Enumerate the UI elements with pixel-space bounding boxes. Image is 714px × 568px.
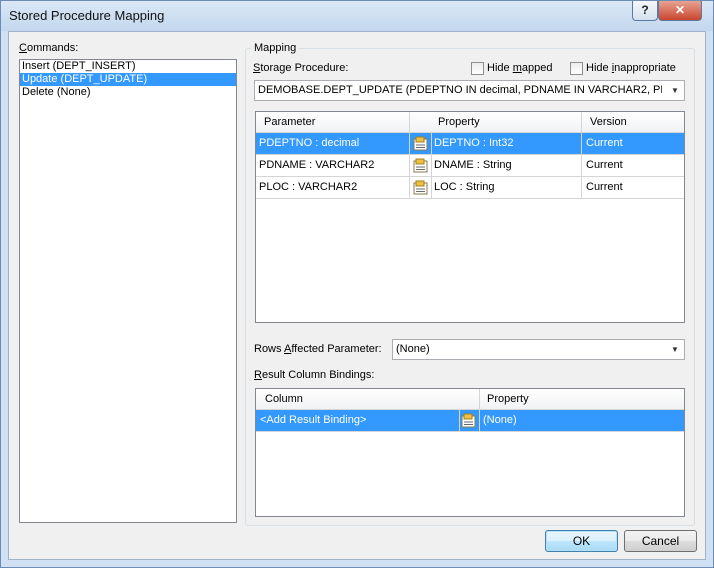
- parameter-row[interactable]: PDNAME : VARCHAR2 DNAME : String Current: [256, 155, 684, 177]
- header-version[interactable]: Version: [590, 116, 627, 128]
- hide-inappropriate-checkbox[interactable]: [570, 62, 583, 75]
- parameter-row[interactable]: PLOC : VARCHAR2 LOC : String Current: [256, 177, 684, 199]
- header-column[interactable]: Column: [265, 393, 303, 405]
- dialog-window: Stored Procedure Mapping ? ✕ Commands: I…: [0, 0, 714, 568]
- result-grid-header: Column Property: [256, 389, 684, 410]
- column-cell: <Add Result Binding>: [260, 414, 367, 426]
- property-cell: LOC : String: [434, 181, 495, 193]
- header-property[interactable]: Property: [487, 393, 529, 405]
- property-cell: DEPTNO : Int32: [434, 137, 514, 149]
- cancel-button[interactable]: Cancel: [624, 530, 697, 552]
- parameter-row[interactable]: PDEPTNO : decimal DEPTNO : Int32 Current: [256, 133, 684, 155]
- ok-button[interactable]: OK: [545, 530, 618, 552]
- chevron-down-icon[interactable]: ▼: [668, 342, 682, 357]
- version-cell: Current: [586, 137, 623, 149]
- version-cell: Current: [586, 159, 623, 171]
- header-property[interactable]: Property: [438, 116, 480, 128]
- rows-affected-combo[interactable]: (None) ▼: [392, 339, 685, 360]
- chevron-down-icon[interactable]: ▼: [668, 83, 682, 98]
- property-mapping-icon[interactable]: [461, 413, 477, 428]
- close-button[interactable]: ✕: [658, 1, 702, 21]
- property-cell: DNAME : String: [434, 159, 512, 171]
- hide-mapped-label[interactable]: Hide mapped: [487, 62, 552, 74]
- result-bindings-grid[interactable]: Column Property <Add Result Binding> (No…: [255, 388, 685, 517]
- storage-procedure-value: DEMOBASE.DEPT_UPDATE (PDEPTNO IN decimal…: [258, 84, 662, 96]
- storage-procedure-combo[interactable]: DEMOBASE.DEPT_UPDATE (PDEPTNO IN decimal…: [254, 80, 685, 101]
- storage-procedure-label: Storage Procedure:: [253, 62, 349, 74]
- parameter-grid-header: Parameter Property Version: [256, 112, 684, 133]
- header-parameter[interactable]: Parameter: [264, 116, 315, 128]
- property-mapping-icon[interactable]: [413, 158, 429, 173]
- commands-label: Commands:: [19, 42, 79, 54]
- window-title: Stored Procedure Mapping: [9, 8, 165, 23]
- command-item-update[interactable]: Update (DEPT_UPDATE): [20, 73, 236, 86]
- hide-inappropriate-label[interactable]: Hide inappropriate: [586, 62, 676, 74]
- hide-mapped-checkbox[interactable]: [471, 62, 484, 75]
- property-mapping-icon[interactable]: [413, 136, 429, 151]
- result-binding-row[interactable]: <Add Result Binding> (None): [256, 410, 684, 432]
- parameter-cell: PDNAME : VARCHAR2: [259, 159, 375, 171]
- close-icon: ✕: [674, 3, 686, 17]
- command-item-insert[interactable]: Insert (DEPT_INSERT): [20, 60, 236, 73]
- title-bar[interactable]: Stored Procedure Mapping ? ✕: [1, 1, 713, 31]
- help-button[interactable]: ?: [632, 1, 658, 21]
- parameter-cell: PDEPTNO : decimal: [259, 137, 360, 149]
- parameter-grid[interactable]: Parameter Property Version PDEPTNO : dec…: [255, 111, 685, 323]
- command-item-delete[interactable]: Delete (None): [20, 86, 236, 99]
- parameter-cell: PLOC : VARCHAR2: [259, 181, 358, 193]
- result-bindings-label: Result Column Bindings:: [254, 369, 375, 381]
- version-cell: Current: [586, 181, 623, 193]
- property-mapping-icon[interactable]: [413, 180, 429, 195]
- property-cell: (None): [483, 414, 517, 426]
- rows-affected-value: (None): [396, 343, 430, 355]
- dialog-client-area: Commands: Insert (DEPT_INSERT) Update (D…: [8, 31, 706, 560]
- rows-affected-label: Rows Affected Parameter:: [254, 343, 382, 355]
- help-icon: ?: [641, 3, 649, 17]
- commands-list[interactable]: Insert (DEPT_INSERT) Update (DEPT_UPDATE…: [19, 59, 237, 523]
- mapping-group-title: Mapping: [251, 42, 300, 54]
